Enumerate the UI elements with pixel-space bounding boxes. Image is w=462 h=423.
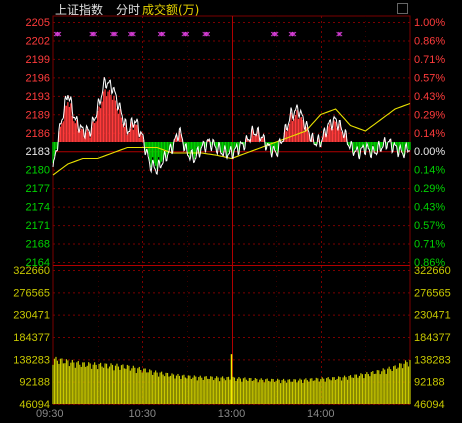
price-tick-label: 2183 — [26, 146, 50, 158]
volume-tick-label-right: 322660 — [414, 265, 451, 277]
volume-tick-label-right: 46094 — [414, 399, 445, 411]
price-change-histogram — [52, 89, 411, 170]
pct-tick-label: 0.29% — [414, 183, 445, 195]
price-tick-label: 2193 — [26, 91, 50, 103]
volume-label[interactable]: 成交额(万) — [142, 3, 199, 17]
chart-settings-button[interactable] — [397, 3, 408, 14]
pct-tick-label: 0.71% — [414, 54, 445, 66]
volume-tick-label-left: 276565 — [13, 287, 50, 299]
time-tick-label: 13:00 — [218, 408, 246, 420]
price-tick-label: 2174 — [26, 202, 50, 214]
pct-tick-label: 0.86% — [414, 35, 445, 47]
price-tick-label: 2168 — [26, 239, 50, 251]
price-tick-label: 2202 — [26, 35, 50, 47]
volume-tick-label-right: 184377 — [414, 332, 451, 344]
price-tick-label: 2189 — [26, 109, 50, 121]
volume-bars — [52, 354, 411, 404]
volume-tick-label-left: 322660 — [13, 265, 50, 277]
volume-tick-label-left: 184377 — [13, 332, 50, 344]
volume-tick-label-right: 92188 — [414, 377, 445, 389]
pct-tick-label: 0.71% — [414, 239, 445, 251]
volume-tick-label-right: 276565 — [414, 287, 451, 299]
chart-grid — [52, 15, 411, 405]
event-marker: ✕ — [91, 30, 98, 39]
index-name: 上证指数 — [55, 3, 104, 17]
price-tick-label: 2186 — [26, 128, 50, 140]
event-marker: ✕ — [56, 30, 63, 39]
price-tick-label: 2180 — [26, 165, 50, 177]
event-marker: ✕ — [204, 30, 211, 39]
pct-tick-label: 0.57% — [414, 220, 445, 232]
event-marker: ✕ — [184, 30, 191, 39]
price-tick-label: 2177 — [26, 183, 50, 195]
price-tick-label: 2196 — [26, 72, 50, 84]
event-marker: ✕ — [291, 30, 298, 39]
pct-tick-label: 0.00% — [414, 146, 445, 158]
volume-tick-label-left: 138283 — [13, 354, 50, 366]
volume-tick-label-left: 92188 — [19, 377, 50, 389]
event-marker: ✕ — [337, 30, 344, 39]
event-marker: ✕ — [160, 30, 167, 39]
pct-tick-label: 0.14% — [414, 165, 445, 177]
chart-frame — [52, 15, 411, 405]
price-tick-label: 2199 — [26, 54, 50, 66]
pct-tick-label: 0.43% — [414, 91, 445, 103]
pct-tick-label: 0.43% — [414, 202, 445, 214]
event-marker: ✕ — [112, 30, 119, 39]
volume-tick-label-right: 230471 — [414, 310, 451, 322]
intraday-chart[interactable]: ✕✕✕ ✕✕✕ ✕✕✕ ✕✕✕ ✕✕✕ ✕✕✕ ✕✕✕ ✕✕✕ ✕✕✕ ✕✕ 2205220221… — [0, 0, 462, 423]
price-tick-label: 2171 — [26, 220, 50, 232]
time-tick-label: 10:30 — [128, 408, 156, 420]
event-marker: ✕ — [130, 30, 137, 39]
pct-tick-label: 1.00% — [414, 17, 445, 29]
volume-tick-label-right: 138283 — [414, 354, 451, 366]
volume-tick-label-left: 230471 — [13, 310, 50, 322]
pct-tick-label: 0.57% — [414, 72, 445, 84]
pct-tick-label: 0.14% — [414, 128, 445, 140]
time-tick-label: 09:30 — [36, 408, 64, 420]
time-tick-label: 14:00 — [307, 408, 335, 420]
price-tick-label: 2205 — [26, 17, 50, 29]
period-label[interactable]: 分时 — [116, 3, 140, 17]
event-marker: ✕ — [273, 30, 280, 39]
pct-tick-label: 0.29% — [414, 109, 445, 121]
event-markers: ✕✕✕ ✕✕✕ ✕✕✕ ✕✕✕ ✕✕✕ ✕✕✕ ✕✕✕ ✕✕✕ ✕✕✕ ✕✕ — [53, 30, 344, 39]
